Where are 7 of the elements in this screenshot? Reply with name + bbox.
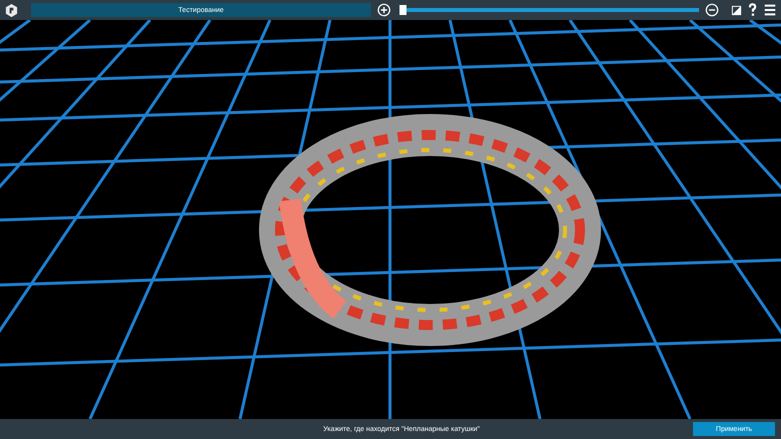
logo-icon[interactable] <box>4 2 19 18</box>
menu-icon[interactable] <box>763 3 777 17</box>
slider-thumb[interactable] <box>400 5 406 15</box>
zoom-in-icon[interactable] <box>377 3 391 17</box>
help-icon[interactable] <box>748 3 757 17</box>
zoom-out-icon[interactable] <box>705 3 719 17</box>
contrast-icon[interactable] <box>731 4 742 16</box>
